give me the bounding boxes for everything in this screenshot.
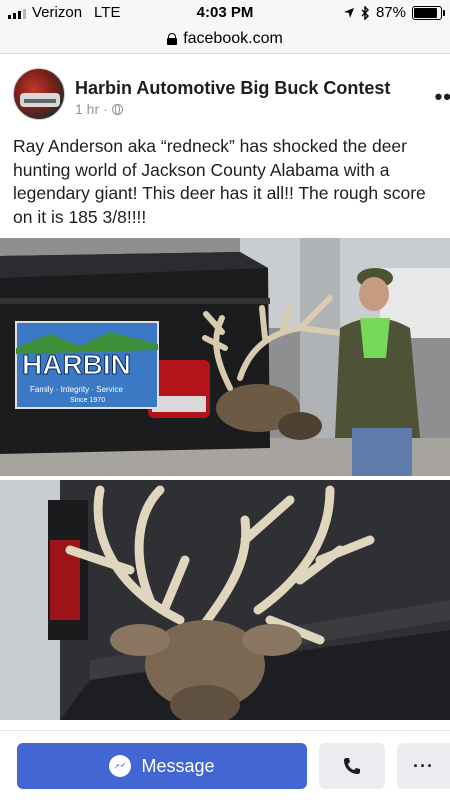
sign-tagline: Family · Integrity · Service (30, 385, 123, 394)
photo-1-illustration: HARBIN Family · Integrity · Service Sinc… (0, 238, 450, 476)
post-text-line: hunting world of Jackson County Alabama … (13, 159, 390, 180)
phone-icon (344, 758, 360, 774)
url-bar[interactable]: facebook.com (0, 24, 450, 54)
post-header: Harbin Automotive Big Buck Contest 1 hr … (0, 62, 450, 126)
lock-icon (167, 32, 178, 45)
battery-icon (412, 5, 445, 20)
location-arrow-icon (343, 7, 354, 18)
battery-level (414, 7, 437, 18)
message-button-label: Message (141, 755, 215, 776)
message-button[interactable]: Message (17, 743, 307, 789)
sign-since: Since 1970 (70, 397, 105, 404)
post-meta: 1 hr · (75, 101, 123, 117)
bluetooth-icon (361, 5, 369, 20)
post-photo-2[interactable] (0, 480, 450, 720)
status-right: 87% (343, 4, 445, 21)
meta-separator: · (103, 101, 108, 117)
post-time[interactable]: 1 hr (75, 101, 99, 117)
post-options-icon[interactable]: •• (435, 84, 450, 110)
battery-percent: 87% (375, 4, 406, 21)
page-name[interactable]: Harbin Automotive Big Buck Contest (75, 78, 390, 99)
url-domain: facebook.com (183, 29, 283, 47)
page-avatar[interactable] (13, 68, 65, 120)
more-button[interactable]: ··· (397, 743, 450, 789)
post-photo-1[interactable]: HARBIN Family · Integrity · Service Sinc… (0, 238, 450, 476)
globe-icon (111, 103, 123, 115)
post-text-line: legendary giant! This deer has it all!! … (13, 183, 426, 203)
photo-2-illustration (0, 480, 450, 720)
call-button[interactable] (319, 743, 385, 789)
sign-title: HARBIN (22, 349, 131, 380)
post-text-line: Ray Anderson aka “redneck” has shocked t… (13, 136, 407, 156)
post-text: Ray Anderson aka “redneck” has shocked t… (13, 135, 450, 229)
messenger-icon (109, 755, 132, 777)
action-bar: Message ··· (0, 730, 450, 800)
status-bar: Verizon LTE 4:03 PM 87% (0, 0, 450, 24)
post-text-line: on it is 185 3/8!!!! (13, 206, 147, 227)
